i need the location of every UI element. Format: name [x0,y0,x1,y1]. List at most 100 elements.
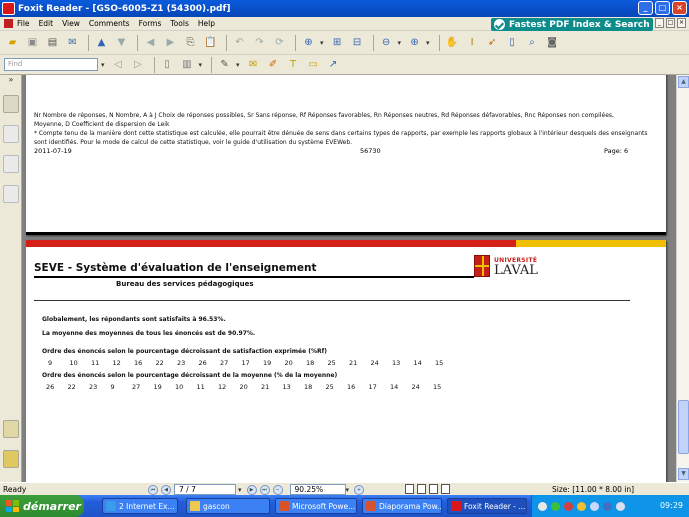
redo-icon[interactable]: ↷ [251,34,268,51]
annotations-panel-icon[interactable] [3,155,19,173]
volume-icon[interactable] [616,501,625,511]
menu-tools[interactable]: Tools [170,19,188,28]
annotation-arrow-icon[interactable]: ➶ [484,34,501,51]
single-page-view-icon[interactable] [405,484,414,494]
copy-icon[interactable]: ⎘ [182,34,199,51]
previous-page-icon[interactable]: ▲ [93,34,110,51]
find-previous-icon[interactable]: ◁ [110,56,127,73]
undo-icon[interactable]: ↶ [231,34,248,51]
scroll-up-icon[interactable]: ▲ [678,76,689,88]
facing-view-icon[interactable] [429,484,438,494]
tray-icon[interactable] [551,501,560,511]
menu-forms[interactable]: Forms [139,19,162,28]
select-text-icon[interactable]: I [464,34,481,51]
note-icon[interactable]: ✉ [245,56,262,73]
close-button[interactable]: × [672,1,687,15]
tray-icon[interactable] [603,501,612,511]
continuous-view-icon[interactable] [417,484,426,494]
start-button[interactable]: démarrer [0,495,84,517]
expand-panel-icon[interactable]: » [0,75,22,87]
zoom-in-icon[interactable]: ⊕ [406,34,423,51]
fit-width-icon[interactable]: ⊟ [349,34,366,51]
maximize-button[interactable]: □ [655,1,670,15]
fit-page-icon[interactable]: ⊞ [329,34,346,51]
menu-edit[interactable]: Edit [39,19,54,28]
save-icon[interactable]: ▣ [24,34,41,51]
chevron-down-icon[interactable]: ▾ [199,61,203,69]
chevron-down-icon[interactable]: ▾ [236,61,240,69]
single-page-icon[interactable]: ▯ [159,56,176,73]
shield-icon [474,255,490,277]
tray-icon[interactable] [538,501,547,511]
line-arrow-icon[interactable]: ↗ [325,56,342,73]
taskbar-item-powerpoint[interactable]: Microsoft Powe... [275,498,357,514]
chevron-down-icon[interactable]: ▾ [346,486,350,494]
chevron-down-icon[interactable]: ▾ [398,39,402,47]
continuous-facing-view-icon[interactable] [441,484,450,494]
prev-page-icon[interactable]: ◀ [161,484,171,495]
typewriter-icon[interactable]: ✎ [216,56,233,73]
order-mean-value: 14 [390,383,399,391]
layers-panel-icon[interactable] [3,185,19,203]
taskbar-item-folder[interactable]: gascon [186,498,270,514]
find-icon[interactable]: ⌕ [524,34,541,51]
paste-icon[interactable]: 📋 [202,34,219,51]
minimize-button[interactable]: _ [638,1,653,15]
taskbar-item-foxit[interactable]: Foxit Reader - ... [447,498,527,514]
page-navigation: ⏮ ◀ 7 / 7 ▾ ▶ ⏭ − 90.25% ▾ + [148,484,367,495]
zoom-out-small-icon[interactable]: − [272,484,283,495]
bookmarks-panel-icon[interactable] [3,95,19,113]
menu-view[interactable]: View [62,19,80,28]
taskbar-item-internet-explorer[interactable]: 2 Internet Ex... [102,498,178,514]
doc-restore-button[interactable]: □ [666,18,675,28]
open-folder-icon[interactable]: ▰ [4,34,21,51]
chevron-down-icon[interactable]: ▾ [320,39,324,47]
tray-icon[interactable] [564,501,573,511]
chevron-down-icon[interactable]: ▾ [426,39,430,47]
next-page-icon[interactable]: ▶ [246,484,257,495]
order-rf-value: 21 [349,359,358,367]
forward-arrow-icon[interactable]: ▶ [162,34,179,51]
snapshot-icon[interactable]: ◙ [544,34,561,51]
print-icon[interactable]: ▤ [44,34,61,51]
scroll-down-icon[interactable]: ▼ [678,468,689,480]
document-menu-icon[interactable] [4,19,13,28]
tray-icon[interactable] [590,501,599,511]
zoom-tool-icon[interactable]: ⊕ [300,34,317,51]
refresh-icon[interactable]: ⟳ [271,34,288,51]
document-view[interactable]: Nr Nombre de réponses, N Nombre, A à J C… [22,75,676,482]
doc-minimize-button[interactable]: _ [655,18,664,28]
attachment-panel-icon[interactable] [3,450,19,468]
text-box-icon[interactable]: T [285,56,302,73]
scroll-thumb[interactable] [678,400,689,454]
zoom-in-small-icon[interactable]: + [354,484,365,495]
highlight-icon[interactable]: ✐ [265,56,282,73]
continuous-page-icon[interactable]: ▥ [179,56,196,73]
promo-banner[interactable]: Fastest PDF Index & Search [491,18,653,31]
email-icon[interactable]: ✉ [64,34,81,51]
tray-icon[interactable] [577,501,586,511]
back-arrow-icon[interactable]: ◀ [142,34,159,51]
taskbar-item-slideshow[interactable]: Diaporama Pow... [362,498,442,514]
first-page-icon[interactable]: ⏮ [148,484,158,495]
bookmarks-icon[interactable]: ▯ [504,34,521,51]
last-page-icon[interactable]: ⏭ [259,484,270,495]
next-page-icon[interactable]: ▼ [113,34,130,51]
page-number-input[interactable]: 7 / 7 [174,484,236,495]
menu-help[interactable]: Help [198,19,215,28]
chevron-down-icon[interactable]: ▾ [101,61,105,69]
comment-icon[interactable]: ▭ [305,56,322,73]
vertical-scrollbar[interactable]: ▲ ▼ [676,75,689,482]
current-page: SEVE - Système d'évaluation de l'enseign… [26,240,666,482]
menu-comments[interactable]: Comments [89,19,130,28]
find-next-icon[interactable]: ▷ [130,56,147,73]
doc-close-button[interactable]: × [677,18,686,28]
pages-panel-icon[interactable] [3,125,19,143]
hand-tool-icon[interactable]: ✋ [444,34,461,51]
find-input[interactable]: Find [4,58,98,71]
chevron-down-icon[interactable]: ▾ [238,486,242,494]
zoom-out-icon[interactable]: ⊖ [378,34,395,51]
comments-panel-icon[interactable] [3,420,19,438]
zoom-level-input[interactable]: 90.25% [289,484,346,495]
menu-file[interactable]: File [17,19,30,28]
